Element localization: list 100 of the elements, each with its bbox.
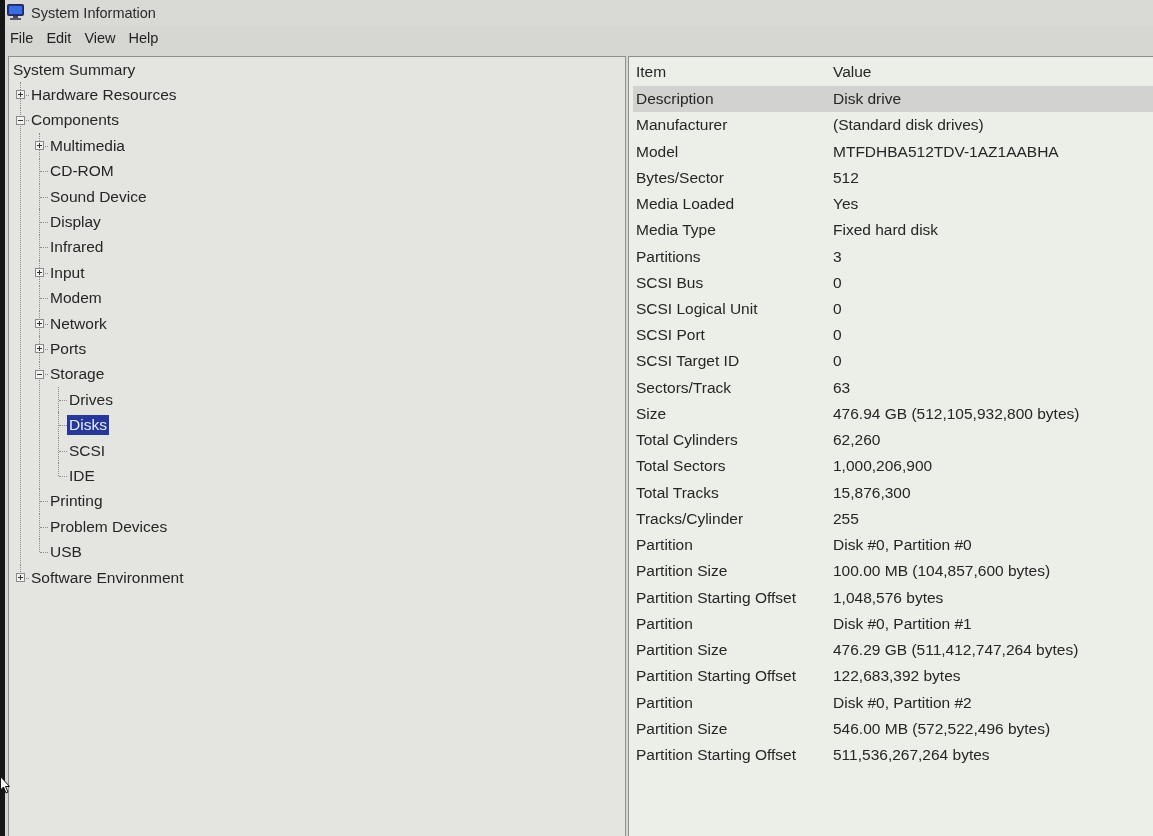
tree-item[interactable]: Disks — [67, 415, 109, 436]
table-cell-text: Total Tracks — [635, 483, 720, 502]
computer-icon — [7, 3, 24, 20]
expand-icon[interactable] — [35, 318, 44, 328]
table-cell-text: Disk #0, Partition #0 — [832, 536, 973, 555]
table-cell-text: Partition — [635, 614, 694, 633]
column-header[interactable]: Value — [830, 62, 1153, 81]
tree-item[interactable]: Components — [29, 110, 121, 131]
list-row[interactable]: SCSI Target ID 0 — [633, 348, 1153, 375]
tree-item[interactable]: SCSI — [67, 440, 108, 461]
list-row[interactable]: Sectors/Track 63 — [633, 374, 1153, 401]
list-row[interactable]: Partition Starting Offset 511,536,267,264 bytes — [633, 741, 1153, 769]
list-row[interactable]: SCSI Port 0 — [633, 322, 1153, 349]
expand-icon[interactable] — [35, 141, 44, 151]
tree-item[interactable]: Infrared — [48, 237, 106, 258]
table-cell-text: 0 — [832, 352, 843, 371]
tree-item[interactable]: Display — [48, 212, 103, 233]
column-header[interactable]: Item — [633, 62, 830, 81]
list-row[interactable]: Media Type Fixed hard disk — [633, 217, 1153, 244]
list-row[interactable]: Bytes/Sector 512 — [633, 164, 1153, 191]
list-row[interactable]: Total Tracks 15,876,300 — [633, 479, 1153, 506]
cursor-icon — [0, 776, 10, 794]
table-cell-text: Disk drive — [832, 90, 903, 109]
table-cell-text: 0 — [832, 273, 843, 292]
table-cell-text: SCSI Bus — [635, 273, 705, 292]
table-cell-text: Partition Size — [635, 641, 729, 660]
list-row[interactable]: SCSI Bus 0 — [633, 269, 1153, 296]
table-cell-text: Partition Starting Offset — [635, 588, 797, 607]
menu-item[interactable]: Edit — [41, 29, 77, 47]
table-cell-text: Partition Size — [635, 719, 729, 738]
menu-item[interactable]: File — [5, 29, 39, 47]
expand-icon[interactable] — [16, 90, 25, 100]
table-cell-text: Fixed hard disk — [832, 221, 940, 240]
table-cell-text: SCSI Logical Unit — [635, 300, 759, 318]
list-row[interactable]: Partition Disk #0, Partition #0 — [633, 532, 1153, 559]
tree-item[interactable]: Ports — [48, 339, 89, 359]
table-cell-text: 100.00 MB (104,857,600 bytes) — [832, 562, 1052, 581]
table-cell-text: Partition — [635, 536, 694, 555]
tree-item[interactable]: Multimedia — [48, 135, 127, 156]
tree-item[interactable]: Hardware Resources — [29, 85, 179, 106]
table-cell-text: Partition Starting Offset — [635, 667, 797, 686]
table-cell-text: 476.94 GB (512,105,932,800 bytes) — [832, 404, 1081, 423]
table-cell-text: 62,260 — [832, 431, 882, 450]
list-row[interactable]: Partition Starting Offset 122,683,392 bytes — [633, 663, 1153, 690]
table-cell-text: Disk #0, Partition #2 — [832, 693, 973, 712]
table-cell-text: Size — [635, 404, 668, 423]
list-row[interactable]: Manufacturer (Standard disk drives) — [633, 112, 1153, 139]
table-cell-text: Total Cylinders — [635, 431, 739, 450]
expand-icon[interactable] — [35, 268, 44, 278]
table-cell-text: 63 — [832, 378, 852, 397]
list-row[interactable]: Partition Size 546.00 MB (572,522,496 bytes) — [633, 715, 1153, 742]
table-cell-text: 476.29 GB (511,412,747,264 bytes) — [832, 641, 1080, 660]
tree-item[interactable]: System Summary — [11, 59, 138, 80]
table-cell-text: SCSI Port — [635, 326, 706, 345]
table-cell-text: MTFDHBA512TDV-1AZ1AABHA — [832, 142, 1060, 161]
expand-icon[interactable] — [35, 344, 44, 354]
list-row[interactable]: Tracks/Cylinder 255 — [633, 505, 1153, 532]
list-row[interactable]: Partition Size 100.00 MB (104,857,600 bytes) — [633, 558, 1153, 585]
tree-item[interactable]: Storage — [48, 364, 107, 385]
tree-item[interactable]: Input — [48, 262, 87, 283]
table-cell-text: Media Type — [635, 221, 717, 240]
table-cell-text: Yes — [832, 195, 860, 214]
collapse-icon[interactable] — [35, 369, 44, 379]
tree-item[interactable]: Problem Devices — [48, 516, 170, 537]
table-cell-text: 546.00 MB (572,522,496 bytes) — [832, 719, 1052, 738]
list-row[interactable]: Partitions 3 — [633, 243, 1153, 270]
tree-item[interactable]: IDE — [67, 465, 97, 486]
menu-item[interactable]: Help — [123, 29, 164, 47]
collapse-icon[interactable] — [16, 115, 25, 125]
tree-item[interactable]: Sound Device — [48, 186, 149, 207]
tree-item[interactable]: Drives — [67, 389, 115, 410]
list-row[interactable]: Partition Starting Offset 1,048,576 bytes — [633, 584, 1153, 611]
list-row[interactable]: Total Sectors 1,000,206,900 — [633, 453, 1153, 480]
list-row[interactable]: Description Disk drive — [633, 86, 1153, 113]
table-cell-text: Sectors/Track — [635, 378, 733, 397]
table-cell-text: 15,876,300 — [832, 483, 912, 502]
menu-item[interactable]: View — [79, 29, 121, 47]
table-cell-text: Bytes/Sector — [635, 168, 725, 187]
tree-item[interactable]: Printing — [48, 491, 105, 512]
list-row[interactable]: Partition Size 476.29 GB (511,412,747,264 bytes) — [633, 636, 1153, 664]
tree-item[interactable]: Software Environment — [29, 567, 186, 588]
tree-item[interactable]: Network — [48, 313, 109, 334]
table-cell-text: Total Sectors — [635, 457, 727, 476]
table-cell-text: Partitions — [635, 247, 702, 266]
tree-item[interactable]: CD-ROM — [48, 161, 116, 182]
expand-icon[interactable] — [16, 572, 25, 582]
table-cell-text: 0 — [832, 326, 843, 345]
list-row[interactable]: Model MTFDHBA512TDV-1AZ1AABHA — [633, 138, 1153, 165]
tree-item[interactable]: USB — [48, 542, 84, 563]
list-row[interactable]: SCSI Logical Unit 0 — [633, 295, 1153, 323]
list-row[interactable]: Partition Disk #0, Partition #1 — [633, 610, 1153, 637]
tree-item[interactable]: Modem — [48, 288, 104, 309]
table-cell-text: Media Loaded — [635, 195, 736, 214]
table-cell-text: 511,536,267,264 bytes — [832, 745, 991, 764]
table-cell-text: Partition Starting Offset — [635, 745, 797, 764]
list-row[interactable]: Media Loaded Yes — [633, 190, 1153, 218]
list-row[interactable]: Partition Disk #0, Partition #2 — [633, 689, 1153, 716]
list-row[interactable]: Size 476.94 GB (512,105,932,800 bytes) — [633, 400, 1153, 428]
list-row[interactable]: Total Cylinders 62,260 — [633, 427, 1153, 454]
table-cell-text: 512 — [832, 168, 860, 187]
